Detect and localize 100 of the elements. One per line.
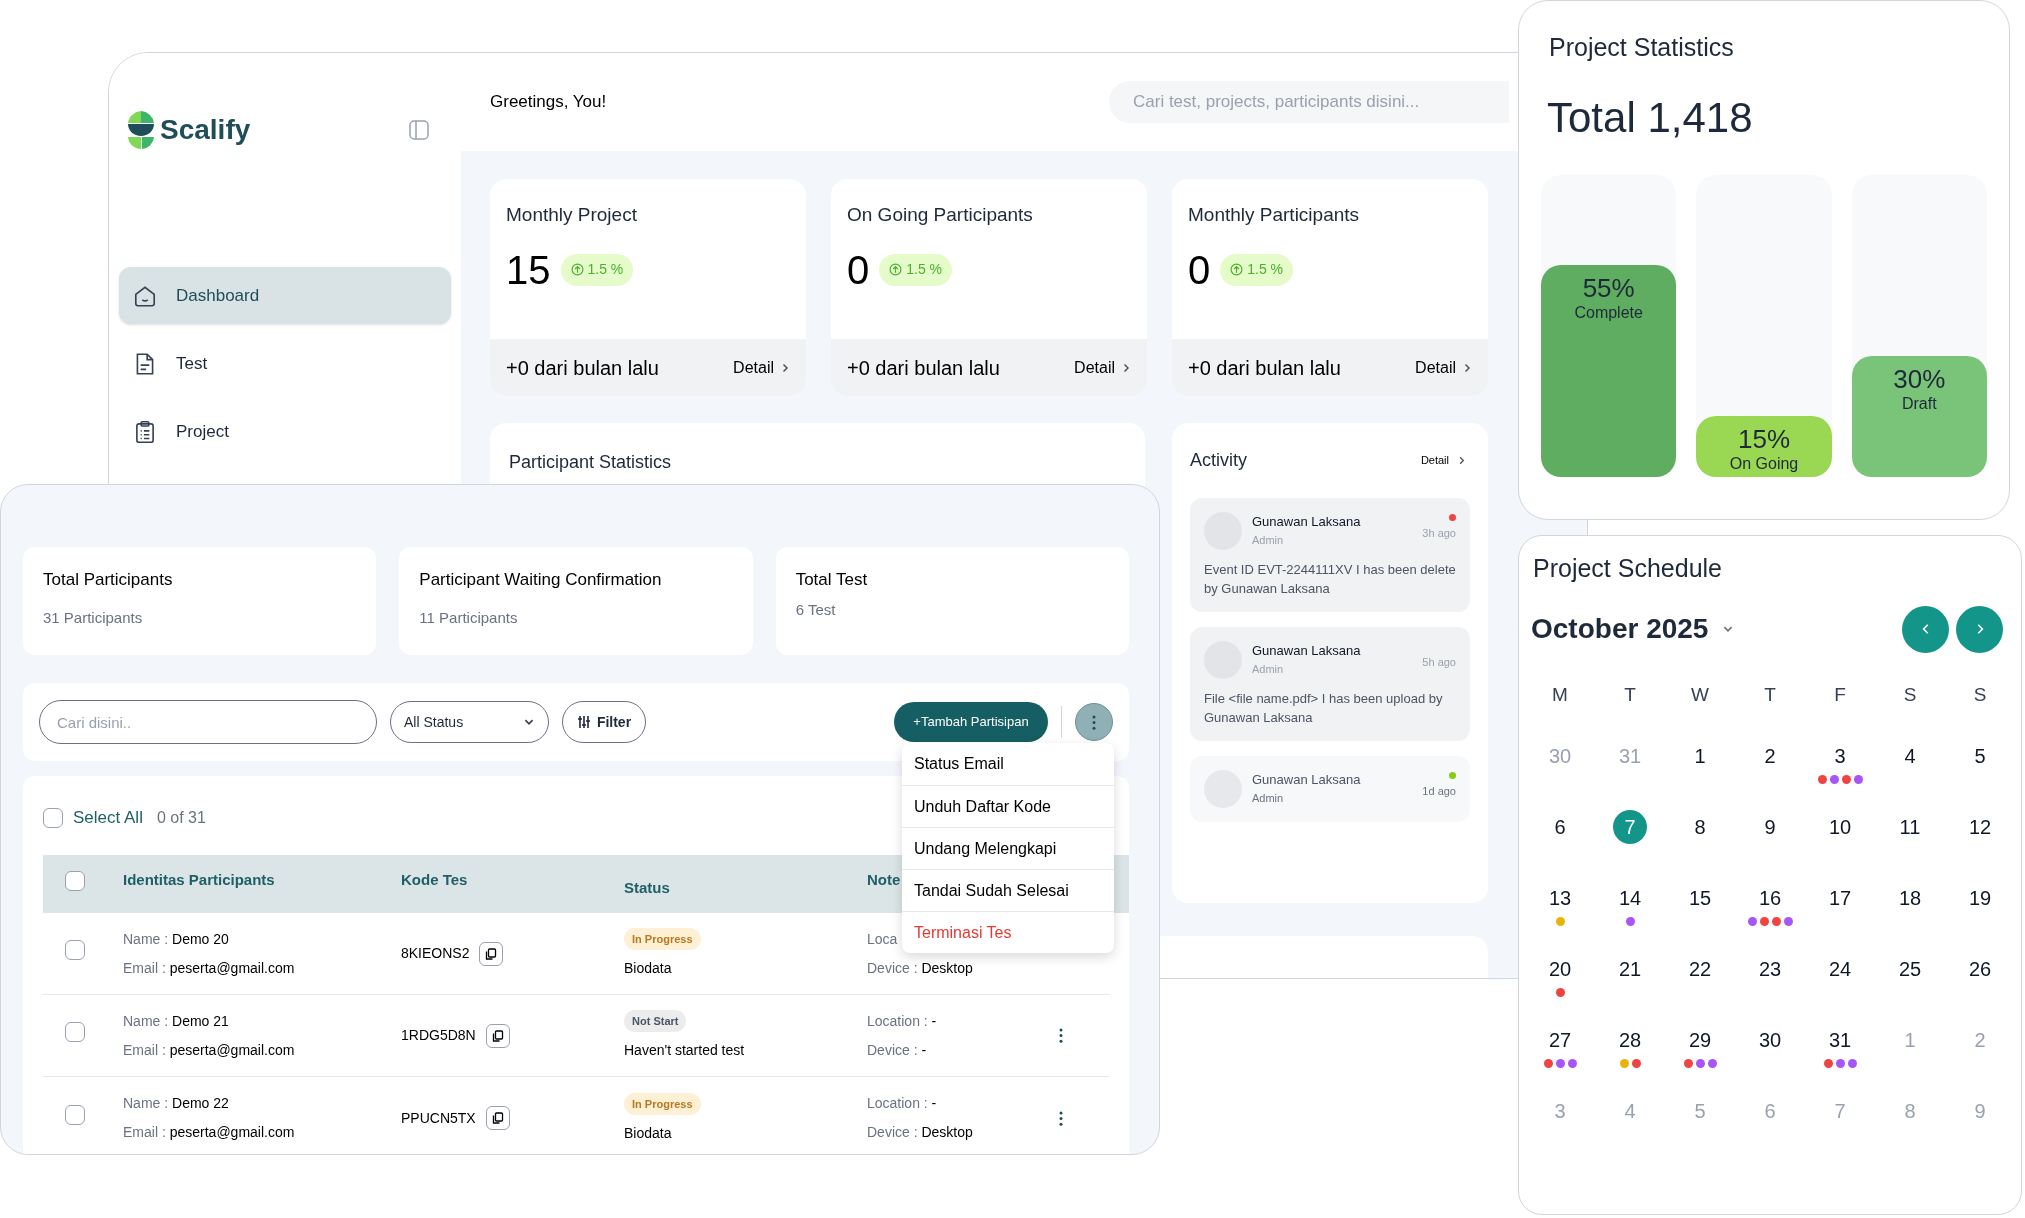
calendar-day[interactable]: 2 bbox=[1753, 739, 1787, 773]
test-code: 8KIEONS2 bbox=[401, 944, 470, 963]
selection-count: 0 of 31 bbox=[156, 808, 206, 828]
detail-link[interactable]: Detail bbox=[1420, 452, 1466, 469]
month-selector[interactable]: October 2025 bbox=[1531, 608, 1735, 650]
calendar-day[interactable]: 17 bbox=[1823, 881, 1857, 915]
nav-item[interactable]: Project bbox=[119, 403, 451, 460]
calendar-day[interactable]: 14 bbox=[1613, 881, 1647, 915]
sidebar-toggle-icon[interactable] bbox=[407, 118, 431, 142]
time-text: 1d ago bbox=[1422, 784, 1456, 799]
bar-value: 55% bbox=[1582, 275, 1635, 302]
metric-value: 0 bbox=[847, 249, 870, 290]
copy-icon[interactable] bbox=[485, 1023, 510, 1048]
status-badge: In Progress bbox=[624, 1092, 701, 1115]
menu-item[interactable]: Terminasi Tes bbox=[902, 911, 1114, 953]
checkbox[interactable] bbox=[65, 870, 85, 891]
more-icon[interactable] bbox=[1059, 1028, 1063, 1043]
card-title: Total Participants bbox=[43, 569, 174, 591]
menu-item[interactable]: Unduh Daftar Kode bbox=[902, 785, 1114, 827]
progress-text: Haven't started test bbox=[624, 1041, 745, 1060]
weekday-label: F bbox=[1834, 682, 1846, 707]
weekday-label: T bbox=[1624, 682, 1636, 707]
checkbox[interactable] bbox=[65, 940, 85, 960]
calendar-day[interactable]: 15 bbox=[1683, 881, 1717, 915]
calendar-day[interactable]: 5 bbox=[1963, 739, 1997, 773]
select-all-label[interactable]: Select All bbox=[73, 805, 143, 831]
calendar-day[interactable]: 24 bbox=[1823, 952, 1857, 986]
checkbox[interactable] bbox=[43, 808, 63, 828]
total-text: Total 1,418 bbox=[1546, 96, 1754, 139]
calendar-day[interactable]: 30 bbox=[1753, 1023, 1787, 1057]
copy-icon[interactable] bbox=[479, 941, 504, 966]
detail-link[interactable]: Detail bbox=[1074, 355, 1131, 380]
calendar-day[interactable]: 11 bbox=[1893, 810, 1927, 844]
copy-icon[interactable] bbox=[485, 1106, 510, 1130]
panel-title: Project Schedule bbox=[1532, 553, 1723, 584]
metric-value: 0 bbox=[1188, 249, 1211, 290]
metric-value: 15 bbox=[506, 249, 551, 290]
calendar-day[interactable]: 4 bbox=[1893, 739, 1927, 773]
search-field[interactable]: Cari disini.. bbox=[39, 700, 377, 744]
add-participant-button[interactable]: +Tambah Partisipan bbox=[894, 702, 1048, 742]
calendar-day[interactable]: 6 bbox=[1543, 810, 1577, 844]
nav-item[interactable]: Test bbox=[119, 335, 451, 392]
weekday-label: S bbox=[1973, 682, 1987, 707]
calendar-day[interactable]: 31 bbox=[1823, 1023, 1857, 1057]
card-title: Total Test bbox=[795, 569, 869, 591]
bar-value: 15% bbox=[1737, 426, 1790, 453]
card-title: Activity bbox=[1190, 449, 1247, 472]
nav-item[interactable]: Dashboard bbox=[119, 267, 451, 324]
detail-link[interactable]: Detail bbox=[733, 355, 790, 380]
column-header: Note bbox=[867, 871, 901, 888]
calendar-day[interactable]: 16 bbox=[1753, 881, 1787, 915]
participant-email: Email : peserta@gmail.com bbox=[123, 1123, 296, 1142]
calendar-day[interactable]: 13 bbox=[1543, 881, 1577, 915]
more-icon[interactable] bbox=[1059, 1110, 1063, 1126]
note-text: Location : - bbox=[867, 1094, 937, 1113]
calendar-day[interactable]: 8 bbox=[1683, 810, 1717, 844]
column-header: Identitas Participants bbox=[123, 871, 275, 888]
more-button[interactable] bbox=[1075, 703, 1113, 741]
participant-name: Name : Demo 22 bbox=[123, 1094, 230, 1113]
user-role: Admin bbox=[1252, 790, 1285, 806]
search-field[interactable]: Cari test, projects, participants disini... bbox=[1109, 81, 1509, 123]
bar-label: Complete bbox=[1574, 304, 1643, 323]
greeting-text: Greetings, You! bbox=[490, 91, 607, 114]
checkbox[interactable] bbox=[65, 1104, 85, 1125]
menu-item[interactable]: Status Email bbox=[902, 743, 1114, 785]
calendar-day[interactable]: 23 bbox=[1753, 952, 1787, 986]
checkbox[interactable] bbox=[65, 1022, 85, 1042]
calendar-day[interactable]: 19 bbox=[1963, 881, 1997, 915]
user-role: Admin bbox=[1252, 532, 1285, 548]
card-title: Monthly Project bbox=[506, 203, 638, 227]
calendar-day[interactable]: 27 bbox=[1543, 1023, 1577, 1057]
calendar-day[interactable]: 25 bbox=[1893, 952, 1927, 986]
calendar-day[interactable]: 12 bbox=[1963, 810, 1997, 844]
participant-name: Name : Demo 20 bbox=[123, 929, 230, 949]
menu-item[interactable]: Undang Melengkapi bbox=[902, 827, 1114, 869]
chevron-right-icon bbox=[1121, 362, 1131, 373]
status-badge: In Progress bbox=[624, 928, 701, 950]
calendar-day[interactable]: 7 bbox=[1613, 810, 1647, 844]
calendar-day[interactable]: 22 bbox=[1683, 952, 1717, 986]
user-name: Gunawan Laksana bbox=[1252, 642, 1362, 660]
calendar-day[interactable]: 28 bbox=[1613, 1023, 1647, 1057]
card-footer-text: +0 dari bulan lalu bbox=[1188, 355, 1341, 381]
menu-item[interactable]: Tandai Sudah Selesai bbox=[902, 869, 1114, 911]
calendar-day[interactable]: 10 bbox=[1823, 810, 1857, 844]
calendar-day[interactable]: 9 bbox=[1753, 810, 1787, 844]
calendar-day[interactable]: 3 bbox=[1823, 739, 1857, 773]
card-title: Participant Statistics bbox=[509, 451, 673, 474]
next-button[interactable] bbox=[1956, 605, 2003, 653]
activity-text: Event ID EVT-2244111XV I has been delete by Gunawan Laksana bbox=[1204, 561, 1456, 598]
previous-button[interactable] bbox=[1902, 605, 1949, 653]
note-text: Location : - bbox=[867, 1011, 937, 1031]
calendar-day[interactable]: 29 bbox=[1683, 1023, 1717, 1057]
calendar-day[interactable]: 21 bbox=[1613, 952, 1647, 986]
calendar-day[interactable]: 1 bbox=[1683, 739, 1717, 773]
bar-label: On Going bbox=[1729, 455, 1799, 474]
calendar-day[interactable]: 18 bbox=[1893, 881, 1927, 915]
change-badge: 1.5 % bbox=[879, 253, 953, 286]
calendar-day[interactable]: 26 bbox=[1963, 952, 1997, 986]
calendar-day[interactable]: 20 bbox=[1543, 952, 1577, 986]
detail-link[interactable]: Detail bbox=[1415, 355, 1472, 380]
